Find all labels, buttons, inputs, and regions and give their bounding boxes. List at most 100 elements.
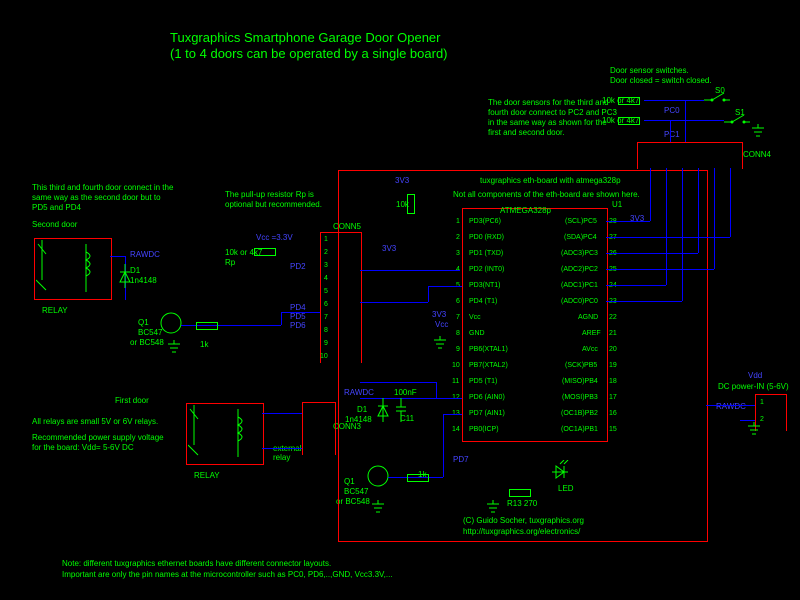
pullup-note-1: The pull-up resistor Rp is (225, 190, 314, 199)
sensor-note-1: The door sensors for the third and (488, 98, 609, 107)
pn-l11: 11 (452, 378, 459, 385)
wire (606, 269, 714, 270)
r13-body (509, 489, 531, 497)
switch-s0-icon (702, 90, 732, 104)
pin-l12: PD6 (AIN0) (469, 394, 505, 401)
pd4-label: PD4 (290, 303, 306, 312)
doors-note-3: PD5 and PD4 (32, 203, 81, 212)
pin-r2: (SDA)PC4 (564, 234, 597, 241)
pin-l11: PD5 (T1) (469, 378, 497, 385)
wire (650, 168, 651, 221)
3v3-vcc: 3V3 (432, 310, 446, 319)
c5-pin2: 2 (324, 249, 328, 256)
wire (670, 120, 671, 142)
d1-part-2: 1n4148 (130, 276, 157, 285)
pin-r5: (ADC1)PC1 (561, 282, 598, 289)
r1k-2-body (196, 322, 218, 330)
gnd-icon (432, 336, 448, 350)
wire (685, 100, 686, 142)
relay-2-label: RELAY (42, 306, 68, 315)
subtitle: (1 to 4 doors can be operated by a singl… (170, 46, 448, 61)
c5-pin8: 8 (324, 327, 328, 334)
gnd-icon (750, 124, 766, 138)
pn-r17: 17 (609, 394, 617, 401)
wire (360, 382, 436, 383)
pin-r1: (SCL)PC5 (565, 218, 597, 225)
diode-1 (376, 398, 390, 422)
pd5-label: PD5 (290, 312, 306, 321)
door-sensor-sub: Door closed = switch closed. (610, 76, 712, 85)
pn-l1: 1 (456, 218, 460, 225)
pin-l6: PD4 (T1) (469, 298, 497, 305)
pin-r12: (MOSI)PB3 (562, 394, 598, 401)
dc-power-label: DC power-IN (5-6V) (718, 382, 789, 391)
gnd-icon (166, 340, 182, 354)
pd6-label: PD6 (290, 321, 306, 330)
pin-l10: PB7(XTAL2) (469, 362, 508, 369)
pn-l3: 3 (456, 250, 460, 257)
wire (110, 256, 125, 257)
wire (606, 285, 666, 286)
cap-c11 (394, 398, 408, 422)
second-door-label: Second door (32, 220, 77, 229)
board-title: tuxgraphics eth-board with atmega328p (480, 176, 621, 185)
pn-r21: 21 (609, 330, 617, 337)
r13-label: R13 270 (507, 499, 537, 508)
pin-r14: (OC1A)PB1 (561, 426, 598, 433)
wire (606, 221, 650, 222)
pn-l2: 2 (456, 234, 460, 241)
copyright: (C) Guido Socher, tuxgraphics.org (463, 516, 584, 525)
rawdc-power: RAWDC (716, 402, 746, 411)
pin-l2: PD0 (RXD) (469, 234, 504, 241)
pn-l10: 10 (452, 362, 460, 369)
wire (730, 168, 731, 237)
conn4-header (637, 142, 743, 169)
sensor-note-2: fourth door connect to PC2 and PC3 (488, 108, 617, 117)
wire (443, 414, 444, 477)
dc-pin1: 1 (760, 399, 764, 406)
pin-l9: PB6(XTAL1) (469, 346, 508, 353)
conn3-header (302, 402, 336, 455)
door-sensor-title: Door sensor switches. (610, 66, 689, 75)
pin-l4: PD2 (INT0) (469, 266, 504, 273)
c5-pin1: 1 (324, 236, 328, 243)
title: Tuxgraphics Smartphone Garage Door Opene… (170, 30, 441, 45)
pn-r20: 20 (609, 346, 617, 353)
doors-note-2: same way as the second door but to (32, 193, 161, 202)
ext-relay: externalrelay (273, 444, 301, 462)
relay-note-1: All relays are small 5V or 6V relays. (32, 417, 158, 426)
rawdc-2: RAWDC (130, 250, 160, 259)
rp-body (254, 248, 276, 256)
q1-2: Q1 (138, 318, 149, 327)
board-sub: Not all components of the eth-board are … (453, 190, 640, 199)
pn-l14: 14 (452, 426, 460, 433)
c5-pin10: 10 (320, 353, 328, 360)
wire (698, 168, 699, 253)
wire (606, 253, 698, 254)
rp-label: Rp (225, 258, 235, 267)
wire (443, 414, 462, 415)
pin-l1: PD3(PC6) (469, 218, 501, 225)
pd2-label: PD2 (290, 262, 306, 271)
pin-r6: (ADC0)PC0 (561, 298, 598, 305)
pin-r4: (ADC2)PC2 (561, 266, 598, 273)
wire (644, 120, 724, 121)
sensor-note-3: in the same way as shown for the (488, 118, 607, 127)
mcu-name: ATMEGA328p (500, 206, 551, 215)
c5-pin4: 4 (324, 275, 328, 282)
wire (428, 286, 462, 287)
doors-note-1: This third and fourth door connect in th… (32, 183, 173, 192)
r1k-1-body (407, 474, 429, 482)
relay-2-coil (36, 240, 108, 296)
first-door-label: First door (115, 396, 149, 405)
wire (262, 413, 302, 414)
wire (360, 302, 428, 303)
r-s0 (618, 97, 640, 105)
pin-r8: AREF (582, 330, 601, 337)
pin-l3: PD1 (TXD) (469, 250, 503, 257)
transistor-2 (160, 312, 182, 334)
pc1-label: PC1 (664, 130, 680, 139)
pin-r13: (OC1B)PB2 (561, 410, 598, 417)
conn4: CONN4 (743, 150, 771, 159)
r1k-2: 1k (200, 340, 208, 349)
